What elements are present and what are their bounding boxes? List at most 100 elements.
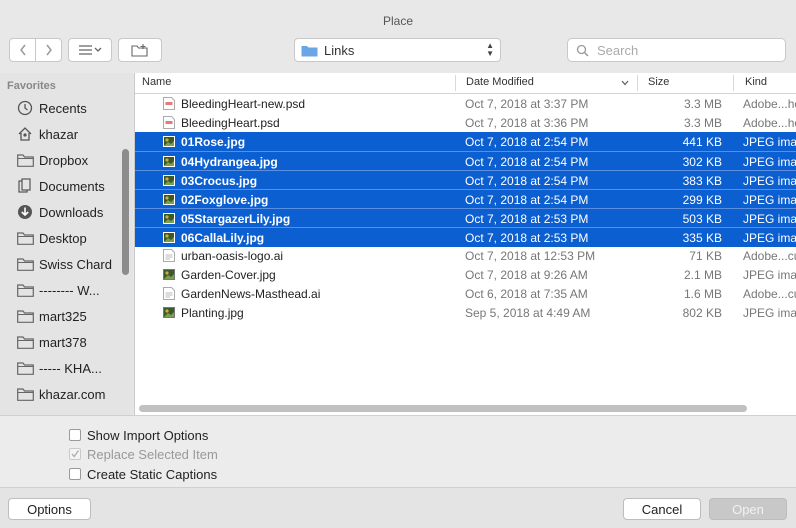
column-header: Name Date Modified Size Kind — [135, 73, 796, 94]
file-kind: Adobe...hop — [743, 97, 796, 111]
file-size: 3.3 MB — [683, 97, 722, 111]
sort-chevron-icon — [621, 80, 629, 86]
back-button[interactable] — [9, 38, 36, 62]
image-file-icon — [163, 212, 175, 225]
file-size: 71 KB — [689, 249, 722, 263]
list-view-icon — [79, 45, 102, 55]
file-date: Oct 7, 2018 at 3:37 PM — [465, 97, 589, 111]
file-row[interactable]: Garden-Cover.jpg Oct 7, 2018 at 9:26 AM 2.… — [135, 265, 796, 284]
sidebar-scrollbar[interactable] — [122, 149, 129, 275]
file-row[interactable]: 06CallaLily.jpg Oct 7, 2018 at 2:53 PM 335… — [135, 227, 796, 247]
file-row[interactable]: Planting.jpg Sep 5, 2018 at 4:49 AM 802 KB… — [135, 303, 796, 322]
sidebar-item-downloads[interactable]: Downloads — [0, 199, 122, 225]
file-row[interactable]: urban-oasis-logo.ai Oct 7, 2018 at 12:53 … — [135, 246, 796, 265]
sidebar-item-kha[interactable]: ----- KHA... — [0, 355, 122, 381]
sidebar-item-documents[interactable]: Documents — [0, 173, 122, 199]
file-row[interactable]: BleedingHeart-new.psd Oct 7, 2018 at 3:37… — [135, 94, 796, 113]
sidebar-item-khazar[interactable]: khazar — [0, 121, 122, 147]
show-import-options-checkbox[interactable] — [69, 429, 81, 441]
cancel-button[interactable]: Cancel — [623, 498, 701, 520]
new-folder-button[interactable] — [118, 38, 162, 62]
sidebar-item-desktop[interactable]: Desktop — [0, 225, 122, 251]
image-file-icon — [163, 155, 175, 168]
sidebar-item-label: khazar — [39, 126, 79, 142]
folder-icon — [16, 231, 34, 245]
search-field[interactable] — [567, 38, 786, 62]
image-file-icon — [163, 231, 175, 244]
sidebar-item-mart325[interactable]: mart325 — [0, 303, 122, 329]
file-date: Oct 7, 2018 at 2:54 PM — [465, 193, 589, 207]
options-panel: Show Import Options Replace Selected Ite… — [0, 415, 796, 488]
search-input[interactable] — [595, 41, 779, 59]
file-date: Oct 7, 2018 at 3:36 PM — [465, 116, 589, 130]
file-size: 3.3 MB — [683, 116, 722, 130]
file-date: Oct 7, 2018 at 2:53 PM — [465, 212, 589, 226]
file-list: Name Date Modified Size Kind BleedingHea… — [134, 73, 796, 415]
sidebar-item-recents[interactable]: Recents — [0, 95, 122, 121]
clock-icon — [16, 100, 34, 116]
file-date: Oct 7, 2018 at 2:54 PM — [465, 155, 589, 169]
file-row[interactable]: 01Rose.jpg Oct 7, 2018 at 2:54 PM 441 KB JP… — [135, 132, 796, 151]
file-name: 04Hydrangea.jpg — [181, 155, 278, 169]
file-row[interactable]: BleedingHeart.psd Oct 7, 2018 at 3:36 PM 3… — [135, 113, 796, 132]
file-size: 441 KB — [682, 135, 722, 149]
file-kind: JPEG image — [743, 135, 796, 149]
updown-chevron-icon: ▲ ▼ — [486, 41, 494, 58]
psd-file-icon — [163, 97, 175, 110]
file-row[interactable]: GardenNews-Masthead.ai Oct 6, 2018 at 7:3… — [135, 284, 796, 303]
file-row[interactable]: 02Foxglove.jpg Oct 7, 2018 at 2:54 PM 299 … — [135, 189, 796, 209]
file-row[interactable]: 04Hydrangea.jpg Oct 7, 2018 at 2:54 PM 302… — [135, 151, 796, 171]
image-file-icon — [163, 174, 175, 187]
folder-icon — [16, 309, 34, 323]
new-folder-icon — [131, 44, 148, 57]
file-name: GardenNews-Masthead.ai — [181, 287, 321, 301]
image-file-icon — [163, 135, 175, 148]
sidebar-item-label: khazar.com — [39, 386, 106, 402]
location-popup[interactable]: Links ▲ ▼ — [294, 38, 501, 62]
horizontal-scrollbar[interactable] — [139, 405, 747, 412]
view-options-button[interactable] — [68, 38, 112, 62]
open-button[interactable]: Open — [709, 498, 787, 520]
document-icon — [16, 178, 34, 193]
show-import-options-label[interactable]: Show Import Options — [87, 428, 208, 443]
file-row[interactable]: 05StargazerLily.jpg Oct 7, 2018 at 2:53 P… — [135, 208, 796, 228]
file-row[interactable]: 03Crocus.jpg Oct 7, 2018 at 2:54 PM 383 KB… — [135, 170, 796, 190]
create-static-captions-checkbox[interactable] — [69, 468, 81, 480]
sidebar-item-mart378[interactable]: mart378 — [0, 329, 122, 355]
sidebar-item-label: mart325 — [39, 308, 87, 324]
file-name: urban-oasis-logo.ai — [181, 249, 284, 263]
sidebar-item-swiss-chard[interactable]: Swiss Chard — [0, 251, 122, 277]
file-date: Oct 7, 2018 at 12:53 PM — [465, 249, 596, 263]
sidebar-item-dropbox[interactable]: Dropbox — [0, 147, 122, 173]
window-title: Place — [382, 14, 414, 28]
checkmark-icon — [71, 450, 80, 458]
file-name: 01Rose.jpg — [181, 135, 246, 149]
sidebar-item-w[interactable]: -------- W... — [0, 277, 122, 303]
chevron-left-icon — [19, 44, 26, 56]
column-kind[interactable]: Kind — [745, 76, 767, 88]
replace-selected-item-label[interactable]: Replace Selected Item — [87, 447, 218, 462]
file-size: 802 KB — [682, 306, 722, 320]
file-date: Sep 5, 2018 at 4:49 AM — [465, 306, 591, 320]
column-date-modified[interactable]: Date Modified — [466, 76, 534, 88]
file-date: Oct 7, 2018 at 2:54 PM — [465, 135, 589, 149]
options-button[interactable]: Options — [8, 498, 91, 520]
file-name: Garden-Cover.jpg — [181, 268, 276, 282]
sidebar-item-label: -------- W... — [39, 282, 100, 298]
forward-button[interactable] — [35, 38, 62, 62]
column-name[interactable]: Name — [142, 76, 171, 88]
folder-icon — [16, 335, 34, 349]
file-name: BleedingHeart.psd — [181, 116, 280, 130]
file-name: BleedingHeart-new.psd — [181, 97, 306, 111]
sidebar-item-label: Documents — [39, 178, 105, 194]
column-size[interactable]: Size — [648, 76, 669, 88]
create-static-captions-label[interactable]: Create Static Captions — [87, 467, 217, 482]
file-kind: JPEG image — [743, 193, 796, 207]
file-size: 302 KB — [682, 155, 722, 169]
sidebar-item-khazar-com[interactable]: khazar.com — [0, 381, 122, 407]
file-kind: JPEG image — [743, 306, 796, 320]
replace-selected-item-checkbox[interactable] — [69, 448, 81, 460]
file-kind: JPEG image — [743, 174, 796, 188]
folder-icon — [16, 361, 34, 375]
file-kind: JPEG image — [743, 212, 796, 226]
